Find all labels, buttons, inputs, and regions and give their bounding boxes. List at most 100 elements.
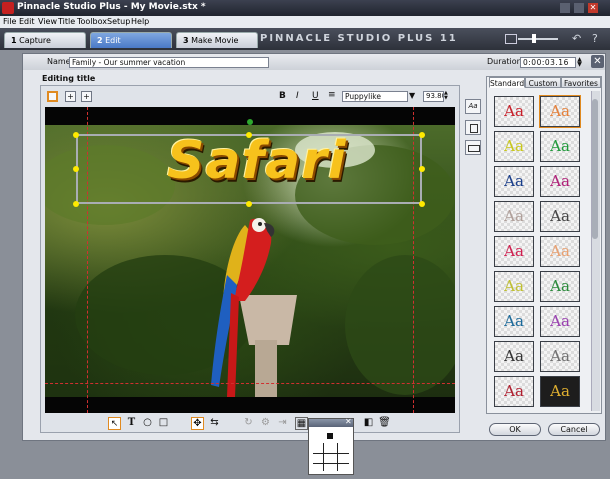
tab-capture[interactable]: 1 Capture [4, 32, 86, 48]
look-swatch[interactable]: Aa [540, 341, 580, 372]
look-swatch[interactable]: Aa [494, 166, 534, 197]
resize-handle-br[interactable] [419, 201, 425, 207]
font-select[interactable]: Puppylike [342, 91, 408, 102]
duration-label: Duration: [487, 57, 525, 66]
window-close-button[interactable]: ✕ [588, 3, 598, 13]
title-type-add-button[interactable]: + [65, 91, 76, 102]
look-swatch[interactable]: Aa [540, 376, 580, 407]
name-input[interactable]: Family - Our summer vacation [69, 57, 269, 68]
tab-favorites[interactable]: Favorites [561, 77, 601, 88]
app-icon [2, 2, 14, 14]
close-editor-button[interactable]: ✕ [591, 55, 604, 68]
menu-title[interactable]: Title [58, 17, 75, 26]
look-swatch[interactable]: Aa [494, 376, 534, 407]
section-label: Editing title [42, 74, 96, 83]
duration-spinner[interactable]: ▲ ▼ [576, 57, 583, 68]
title-type-move-button[interactable]: + [81, 91, 92, 102]
align-icon[interactable]: ≡ [328, 90, 336, 100]
look-swatch[interactable]: Aa [540, 306, 580, 337]
resize-handle-tl[interactable] [73, 132, 79, 138]
tab-edit[interactable]: 2 Edit [90, 32, 172, 48]
justify-grid-line [313, 453, 349, 454]
menu-file[interactable]: File [3, 17, 16, 26]
menu-bar: File Edit View Title Toolbox Setup Help [0, 16, 610, 28]
justify-selected-cell[interactable] [327, 433, 333, 439]
look-swatch[interactable]: Aa [540, 166, 580, 197]
maximize-button[interactable] [574, 3, 584, 13]
justify-grid-line [337, 443, 338, 471]
justify-grid-line [323, 443, 324, 471]
pictures-tab-icon[interactable] [465, 140, 481, 155]
skew-tool-icon[interactable]: ⇆ [208, 417, 221, 430]
look-swatch[interactable]: Aa [540, 236, 580, 267]
duration-input[interactable]: 0:00:03.16 [520, 57, 576, 68]
underline-button[interactable]: U [312, 91, 319, 101]
resize-handle-tr[interactable] [419, 132, 425, 138]
align-tool-icon: ⇥ [278, 417, 287, 428]
look-swatch[interactable]: Aa [540, 131, 580, 162]
look-swatch[interactable]: Aa [539, 95, 581, 128]
resize-handle-bl[interactable] [73, 201, 79, 207]
resize-handle-right[interactable] [419, 166, 425, 172]
italic-button[interactable]: I [296, 91, 299, 101]
group-tool-icon: ⚙ [261, 417, 270, 428]
backgrounds-tab-icon[interactable] [465, 120, 481, 135]
menu-toolbox[interactable]: Toolbox [77, 17, 107, 26]
preview-canvas[interactable]: Safari [45, 107, 455, 413]
volume-slider[interactable] [518, 38, 558, 40]
look-swatch[interactable]: Aa [494, 236, 534, 267]
undo-icon[interactable]: ↶ [572, 32, 581, 45]
help-icon[interactable]: ? [592, 32, 598, 45]
look-swatch[interactable]: Aa [494, 201, 534, 232]
tab-custom[interactable]: Custom [525, 77, 561, 88]
brand-logo-text: PINNACLE STUDIO PLUS 11 [260, 33, 458, 44]
layer-order-icon[interactable]: ◧ [362, 417, 375, 430]
top-toolbar: ↶ ? [502, 31, 610, 47]
rotation-handle[interactable] [247, 119, 253, 125]
look-swatch[interactable]: Aa [540, 201, 580, 232]
menu-help[interactable]: Help [131, 17, 149, 26]
text-tool-icon[interactable]: T [125, 417, 138, 430]
window-titlebar: Pinnacle Studio Plus - My Movie.stx * ✕ [0, 0, 610, 16]
look-swatch[interactable]: Aa [494, 271, 534, 302]
selection-tool-arrow-icon[interactable]: ↖ [108, 417, 121, 430]
move-scale-tool-icon[interactable]: ✥ [191, 417, 204, 430]
ellipse-tool-icon[interactable]: ○ [141, 417, 154, 430]
cancel-button[interactable]: Cancel [548, 423, 600, 436]
look-swatch[interactable]: Aa [494, 96, 534, 127]
bold-button[interactable]: B [279, 91, 286, 101]
resize-handle-bottom[interactable] [246, 201, 252, 207]
volume-slider-handle[interactable] [532, 34, 536, 43]
justify-tool-icon[interactable]: ▦ [295, 417, 308, 430]
look-swatch[interactable]: Aa [494, 131, 534, 162]
menu-view[interactable]: View [38, 17, 57, 26]
font-size-spinner[interactable]: ▲ ▼ [444, 91, 449, 102]
justify-popup: ✕ [308, 417, 354, 475]
justify-popup-close-icon[interactable]: ✕ [345, 417, 352, 426]
minimize-button[interactable] [560, 3, 570, 13]
bottom-toolbar: ↖ T ○ □ ✥ ⇆ ↻ ⚙ ⇥ ▦ ◧ 🗑 [100, 416, 400, 432]
menu-setup[interactable]: Setup [107, 17, 130, 26]
ok-button[interactable]: OK [489, 423, 541, 436]
monitor-icon[interactable] [505, 34, 517, 44]
look-swatch[interactable]: Aa [494, 306, 534, 337]
safe-area-guide-bottom [45, 383, 455, 384]
menu-edit[interactable]: Edit [19, 17, 35, 26]
looks-panel: Standard Custom Favorites Aa Aa Aa Aa Aa Aa Aa… [486, 76, 602, 414]
looks-scrollbar-thumb[interactable] [592, 99, 598, 239]
title-text[interactable]: Safari [167, 131, 347, 191]
delete-trash-icon[interactable]: 🗑 [378, 417, 391, 430]
title-type-static-button[interactable] [47, 91, 58, 102]
resize-handle-left[interactable] [73, 166, 79, 172]
look-swatch[interactable]: Aa [540, 271, 580, 302]
window-title: Pinnacle Studio Plus - My Movie.stx * [17, 2, 206, 12]
justify-grid-line [313, 463, 349, 464]
tab-make-movie[interactable]: 3 Make Movie [176, 32, 258, 48]
look-swatch[interactable]: Aa [494, 341, 534, 372]
rotate-tool-icon: ↻ [244, 417, 253, 428]
font-select-chevron-down-icon[interactable]: ▼ [409, 91, 415, 100]
tab-standard[interactable]: Standard [489, 77, 525, 88]
rectangle-tool-icon[interactable]: □ [157, 417, 170, 430]
font-size-input[interactable]: 93.80 [423, 91, 444, 102]
looks-browser-tab-icon[interactable]: Aa [465, 99, 481, 114]
